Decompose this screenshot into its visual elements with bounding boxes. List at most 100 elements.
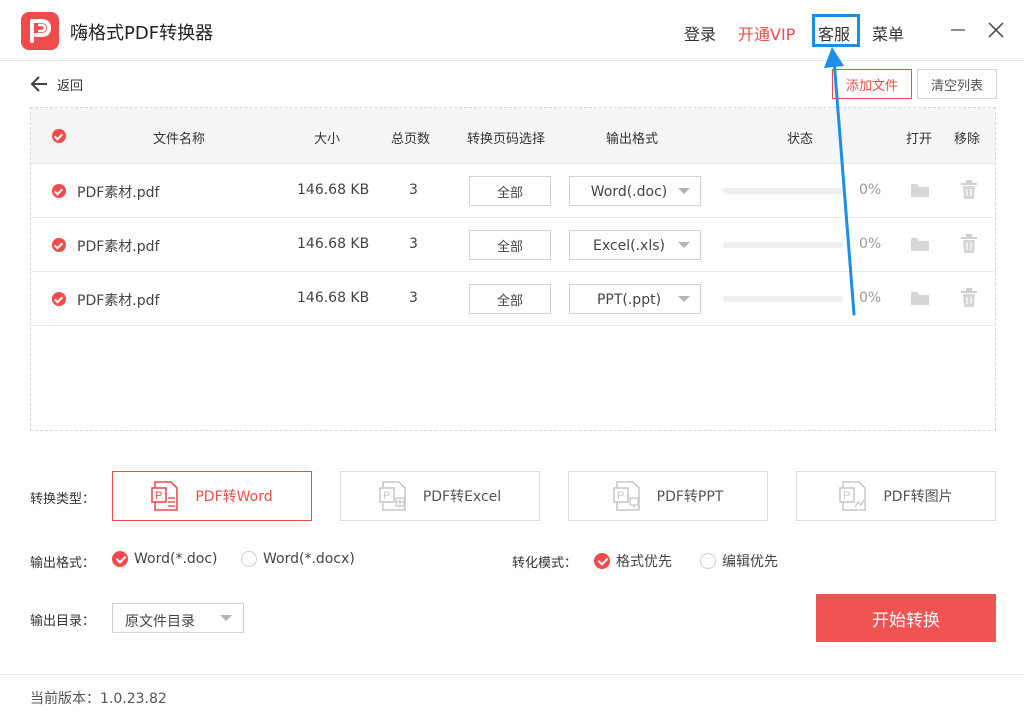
type-pdf-to-image[interactable]: P PDF转图片 — [796, 471, 996, 521]
format-option-label: Word(*.docx) — [263, 551, 355, 567]
vip-link[interactable]: 开通VIP — [738, 21, 795, 45]
clear-list-button[interactable]: 清空列表 — [917, 69, 997, 99]
trash-icon — [961, 234, 977, 253]
close-icon — [988, 22, 1004, 38]
type-pdf-to-excel[interactable]: P PDF转Excel — [340, 471, 540, 521]
file-name: PDF素材.pdf — [77, 293, 160, 309]
file-name: PDF素材.pdf — [77, 185, 160, 201]
file-name: PDF素材.pdf — [77, 239, 160, 255]
mode-option-format[interactable]: 格式优先 — [594, 551, 672, 571]
radio-checked[interactable] — [112, 551, 128, 567]
output-dir-label: 输出目录： — [30, 614, 96, 629]
header-divider — [0, 60, 1024, 61]
login-link[interactable]: 登录 — [684, 21, 716, 45]
mode-option-label: 编辑优先 — [722, 554, 778, 570]
header-pages: 总页数 — [391, 132, 431, 147]
row-checkbox[interactable] — [52, 292, 66, 306]
chevron-down-icon — [678, 188, 690, 194]
format-value: PPT(.ppt) — [596, 292, 662, 308]
header-size: 大小 — [314, 132, 341, 147]
file-size: 146.68 KB — [297, 290, 370, 306]
file-size: 146.68 KB — [297, 182, 370, 198]
type-pdf-to-word[interactable]: P PDF转Word — [112, 471, 312, 521]
chevron-down-icon — [220, 615, 232, 621]
menu-link[interactable]: 菜单 — [872, 21, 904, 45]
format-option-label: Word(*.doc) — [134, 551, 218, 567]
type-label: PDF转Word — [195, 489, 273, 505]
back-button[interactable]: 返回 — [30, 74, 83, 94]
excel-doc-icon: P — [379, 481, 406, 511]
version-text: 当前版本：1.0.23.82 — [30, 691, 167, 707]
output-format-label: 输出格式： — [30, 556, 96, 571]
word-doc-icon: P — [151, 481, 179, 511]
back-label: 返回 — [57, 78, 84, 94]
convert-mode-label: 转化模式： — [512, 556, 578, 571]
close-button[interactable] — [986, 20, 1006, 40]
app-logo — [21, 12, 59, 50]
header-format: 输出格式 — [606, 132, 659, 147]
mode-option-edit[interactable]: 编辑优先 — [700, 551, 778, 571]
svg-text:P: P — [155, 490, 162, 502]
trash-icon — [961, 180, 977, 199]
format-select[interactable]: Word(.doc) — [569, 176, 701, 206]
format-select[interactable]: Excel(.xls) — [569, 230, 701, 260]
page-range-button[interactable]: 全部 — [469, 284, 551, 314]
folder-icon — [911, 238, 929, 251]
open-folder-button[interactable] — [910, 289, 930, 311]
mode-option-label: 格式优先 — [616, 554, 672, 570]
type-label: PDF转PPT — [656, 489, 724, 505]
file-size: 146.68 KB — [297, 236, 370, 252]
format-select[interactable]: PPT(.ppt) — [569, 284, 701, 314]
page-count: 3 — [409, 290, 418, 306]
app-title: 嗨格式PDF转换器 — [70, 23, 214, 44]
convert-type-label: 转换类型： — [30, 492, 96, 507]
annotation-arrow — [824, 47, 856, 316]
radio-unchecked[interactable] — [700, 553, 716, 569]
ppt-doc-icon: P — [612, 481, 640, 511]
output-dir-value: 原文件目录 — [125, 614, 195, 630]
svg-text:P: P — [843, 490, 850, 502]
start-convert-button[interactable]: 开始转换 — [816, 594, 996, 642]
image-doc-icon: P — [839, 481, 867, 511]
format-option-doc[interactable]: Word(*.doc) — [112, 551, 218, 567]
svg-text:P: P — [383, 490, 390, 502]
output-dir-select[interactable]: 原文件目录 — [112, 603, 244, 633]
chevron-down-icon — [678, 296, 690, 302]
type-label: PDF转图片 — [883, 489, 953, 505]
format-value: Word(.doc) — [590, 184, 668, 200]
open-folder-button[interactable] — [910, 181, 930, 203]
service-link[interactable]: 客服 — [818, 21, 850, 45]
format-option-docx[interactable]: Word(*.docx) — [241, 551, 355, 567]
remove-button[interactable] — [960, 288, 978, 312]
row-checkbox[interactable] — [52, 184, 66, 198]
row-checkbox[interactable] — [52, 238, 66, 252]
remove-button[interactable] — [960, 180, 978, 204]
page-count: 3 — [409, 236, 418, 252]
chevron-down-icon — [678, 242, 690, 248]
folder-icon — [911, 292, 929, 305]
open-folder-button[interactable] — [910, 235, 930, 257]
header-open: 打开 — [906, 132, 933, 147]
minimize-button[interactable] — [948, 20, 968, 40]
folder-icon — [911, 184, 929, 197]
page-range-button[interactable]: 全部 — [469, 230, 551, 260]
svg-text:P: P — [617, 490, 624, 502]
format-value: Excel(.xls) — [593, 238, 665, 254]
header-status: 状态 — [787, 132, 814, 147]
trash-icon — [961, 288, 977, 307]
header-name: 文件名称 — [153, 132, 206, 147]
type-pdf-to-ppt[interactable]: P PDF转PPT — [568, 471, 768, 521]
select-all-checkbox[interactable] — [52, 129, 66, 143]
header-remove: 移除 — [954, 132, 981, 147]
remove-button[interactable] — [960, 234, 978, 258]
radio-checked[interactable] — [594, 553, 610, 569]
header-range: 转换页码选择 — [467, 132, 546, 147]
back-arrow-icon — [30, 76, 47, 92]
page-range-button[interactable]: 全部 — [469, 176, 551, 206]
minimize-icon — [951, 29, 965, 31]
radio-unchecked[interactable] — [241, 551, 257, 567]
type-label: PDF转Excel — [422, 489, 502, 505]
pdf-logo-icon — [30, 19, 51, 43]
page-count: 3 — [409, 182, 418, 198]
footer-divider — [0, 674, 1024, 675]
